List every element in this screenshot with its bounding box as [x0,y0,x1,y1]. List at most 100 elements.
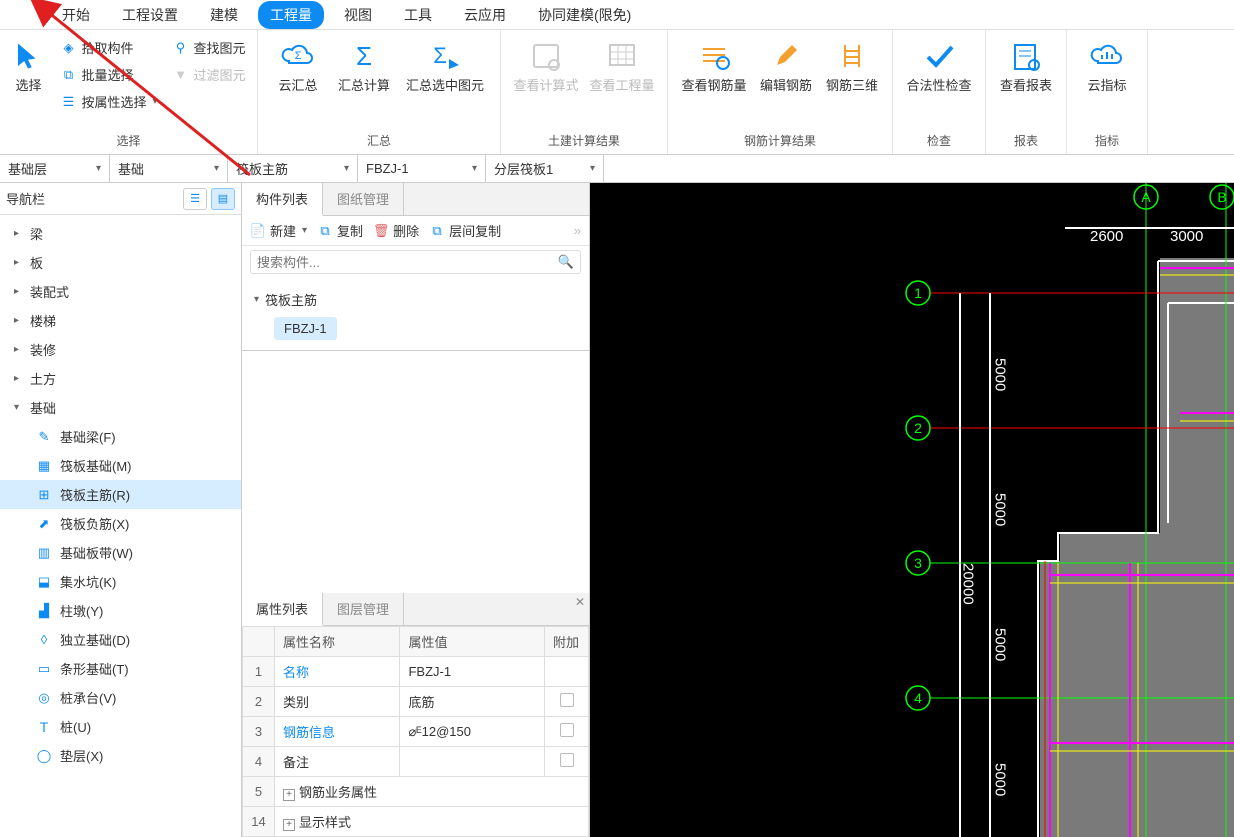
by-property-button[interactable]: ☰按属性选择▾ [55,90,161,113]
svg-text:2600: 2600 [1090,228,1123,245]
expand-icon[interactable]: + [283,789,295,801]
view-list-button[interactable]: ☰ [183,188,207,210]
menu-modeling[interactable]: 建模 [198,1,250,29]
tab-layer-manager[interactable]: 图层管理 [323,593,404,625]
tree-sub-pier[interactable]: ▟柱墩(Y) [0,596,241,625]
menu-cloud-app[interactable]: 云应用 [452,1,518,29]
tree-item-decoration[interactable]: ▸装修 [0,335,241,364]
tree-sub-slab-strip[interactable]: ▥基础板带(W) [0,538,241,567]
more-icon[interactable]: » [574,223,581,238]
tree-sub-pilecap[interactable]: ◎桩承台(V) [0,683,241,712]
close-icon[interactable]: ✕ [575,595,585,609]
select-button[interactable]: 选择 [7,34,49,98]
cloud-chart-icon [1089,38,1125,74]
tree-item-prefab[interactable]: ▸装配式 [0,277,241,306]
pick-component-button[interactable]: ◈拾取构件 [55,36,161,59]
svg-text:Σ: Σ [295,50,302,62]
tree-sub-raft[interactable]: ▦筏板基础(M) [0,451,241,480]
filter-icon: ▼ [172,66,190,84]
tree-item-foundation[interactable]: ▾基础 [0,393,241,422]
find-component-button[interactable]: ⚲查找图元 [168,36,250,59]
prop-col-value: 属性值 [400,627,545,657]
tree-item-beam[interactable]: ▸梁 [0,219,241,248]
pile-icon: Ｔ [36,719,52,735]
search-input[interactable] [257,255,558,270]
type-dropdown[interactable]: 筏板主筋▾ [228,155,358,182]
comp-tree-parent[interactable]: ▾筏板主筋 [252,286,579,313]
search-icon: ⚲ [172,39,190,57]
menu-project-settings[interactable]: 工程设置 [110,1,190,29]
table-row[interactable]: 2类别底筋 [243,687,589,717]
chevron-right-icon: ▸ [14,228,24,239]
rebar-3d-button[interactable]: 钢筋三维 [822,34,882,98]
chevron-down-icon: ▾ [214,163,219,174]
tree-item-stair[interactable]: ▸楼梯 [0,306,241,335]
menu-collab[interactable]: 协同建模(限免) [526,1,643,29]
prop-col-num [243,627,275,657]
new-icon: 📄 [250,223,266,239]
item-dropdown[interactable]: FBZJ-1▾ [358,155,486,182]
tree-sub-sump[interactable]: ⬓集水坑(K) [0,567,241,596]
sigma-arrow-icon: Σ [427,38,463,74]
checkbox[interactable] [560,753,574,767]
tree-item-slab[interactable]: ▸板 [0,248,241,277]
edit-rebar-button[interactable]: 编辑钢筋 [756,34,816,98]
menu-quantity[interactable]: 工程量 [258,1,324,29]
checkbox[interactable] [560,693,574,707]
floor-dropdown[interactable]: 基础层▾ [0,155,110,182]
comp-tree-child[interactable]: FBZJ-1 [274,317,337,340]
tab-property-list[interactable]: 属性列表 [242,593,323,626]
view-rebar-qty-button[interactable]: 查看钢筋量 [678,34,750,98]
delete-button[interactable]: 🗑删除 [373,221,419,240]
svg-text:3: 3 [914,555,922,571]
checkbox[interactable] [560,723,574,737]
menu-start[interactable]: 开始 [50,1,102,29]
view-report-button[interactable]: 查看报表 [996,34,1056,98]
cloud-summary-button[interactable]: Σ云汇总 [268,34,328,98]
svg-text:Σ: Σ [356,41,372,71]
pencil-icon [768,38,804,74]
tree-item-earthwork[interactable]: ▸土方 [0,364,241,393]
table-row[interactable]: 3钢筋信息⌀ᴱ12@150 [243,717,589,747]
expand-icon[interactable]: + [283,819,295,831]
cloud-index-button[interactable]: 云指标 [1077,34,1137,98]
view-detail-button[interactable]: ▤ [211,188,235,210]
tree-sub-raft-main-rebar[interactable]: ⊞筏板主筋(R) [0,480,241,509]
list-icon: ☰ [190,192,200,205]
tab-component-list[interactable]: 构件列表 [242,183,323,216]
validity-check-button[interactable]: 合法性检查 [903,34,975,98]
svg-text:4: 4 [914,690,922,706]
search-icon[interactable]: 🔍 [558,254,574,270]
table-row[interactable]: 14+显示样式 [243,807,589,837]
index-group-label: 指标 [1095,129,1119,152]
tree-sub-pile[interactable]: Ｔ桩(U) [0,712,241,741]
tree-sub-strip-footing[interactable]: ▭条形基础(T) [0,654,241,683]
tree-sub-isolated-footing[interactable]: ◊独立基础(D) [0,625,241,654]
new-button[interactable]: 📄新建▾ [250,221,307,240]
trash-icon: 🗑 [373,223,389,239]
table-row[interactable]: 4备注 [243,747,589,777]
tree-sub-cushion[interactable]: ◯垫层(X) [0,741,241,770]
category-dropdown[interactable]: 基础▾ [110,155,228,182]
batch-select-button[interactable]: ⧉批量选择 [55,63,161,86]
view-formula-button[interactable]: 查看计算式 [511,34,581,98]
nav-tree[interactable]: ▸梁 ▸板 ▸装配式 ▸楼梯 ▸装修 ▸土方 ▾基础 ✎基础梁(F) ▦筏板基础… [0,215,241,837]
svg-text:B: B [1217,189,1226,205]
tree-sub-foundation-beam[interactable]: ✎基础梁(F) [0,422,241,451]
view-quantity-button[interactable]: 查看工程量 [587,34,657,98]
filter-component-button[interactable]: ▼过滤图元 [168,63,250,86]
menu-tools[interactable]: 工具 [392,1,444,29]
columns-icon: ▥ [36,545,52,561]
copy-button[interactable]: ⧉复制 [317,221,363,240]
drawing-canvas[interactable]: A B 1 2 3 4 2600 3000 5000 5000 5000 500… [590,183,1234,837]
table-row[interactable]: 5+钢筋业务属性 [243,777,589,807]
floor-copy-button[interactable]: ⧉层间复制 [429,221,501,240]
table-row[interactable]: 1名称FBZJ-1 [243,657,589,687]
layer-dropdown[interactable]: 分层筏板1▾ [486,155,604,182]
tree-sub-raft-neg-rebar[interactable]: ⬈筏板负筋(X) [0,509,241,538]
summary-selected-button[interactable]: Σ汇总选中图元 [400,34,490,98]
tab-drawing-manager[interactable]: 图纸管理 [323,183,404,215]
summary-calc-button[interactable]: Σ汇总计算 [334,34,394,98]
search-input-wrap: 🔍 [250,250,581,274]
menu-view[interactable]: 视图 [332,1,384,29]
